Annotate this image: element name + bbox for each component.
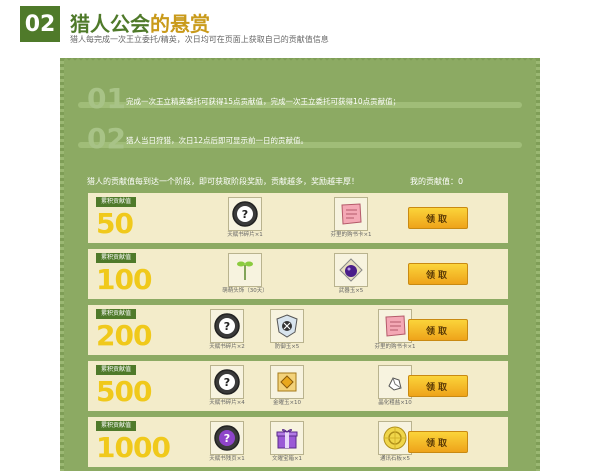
section-title-accent: 的悬赏 (150, 12, 210, 36)
rule-number-1: 01 (87, 82, 126, 115)
reward-item-name: 天赋书碎片×4 (209, 400, 245, 406)
tier-threshold-value: 1000 (96, 431, 171, 464)
section-title-main: 猎人公会 (70, 12, 150, 36)
coin-question-icon: ? (210, 365, 244, 399)
reward-item: ? 天赋书碎片×2 (200, 309, 254, 353)
tier-threshold-value: 100 (96, 263, 152, 296)
reward-item-name: 晶化粗盐×10 (378, 400, 412, 406)
reward-tier-1000: 累积贡献值 1000? 天赋书残页×1 文曜宝箱×1 通讯石板×5 领取 (88, 417, 508, 467)
tier-tag-label: 累积贡献值 (96, 309, 137, 319)
claim-button[interactable]: 领取 (408, 375, 468, 397)
reward-item: 防御玉×5 (260, 309, 314, 353)
crystal-salt-icon (378, 365, 412, 399)
svg-text:?: ? (242, 208, 248, 221)
tier-tag-label: 累积贡献值 (96, 365, 137, 375)
reward-item-name: 天赋书残页×1 (209, 456, 245, 462)
rule-text-1: 完成一次王立精英委托可获得15点贡献值，完成一次王立委托可获得10点贡献值； (126, 97, 401, 106)
reward-item: 文曜宝箱×1 (260, 421, 314, 465)
gold-medallion-icon (378, 421, 412, 455)
section-subtitle: 猎人每完成一次王立委托/精英，次日均可在页面上获取自己的贡献值信息 (70, 35, 329, 44)
tier-threshold-value: 500 (96, 375, 152, 408)
claim-button[interactable]: 领取 (408, 319, 468, 341)
reward-item-name: 芬里的购书卡×1 (374, 344, 416, 350)
reward-item: ? 天赋书碎片×4 (200, 365, 254, 409)
reward-item-name: 金曜玉×10 (272, 400, 302, 406)
panel-left-border (60, 58, 64, 471)
purple-orb-icon (334, 253, 368, 287)
tier-threshold-value: 50 (96, 207, 134, 240)
reward-item: 萌萌头饰（30天） (218, 253, 272, 297)
section-number-badge: 02 (20, 6, 60, 42)
shield-gem-icon (270, 309, 304, 343)
reward-item: 武器玉×5 (324, 253, 378, 297)
tier-tag-label: 累积贡献值 (96, 253, 137, 263)
sprout-icon (228, 253, 262, 287)
reward-item: ? 天赋书碎片×1 (218, 197, 272, 241)
reward-tier-50: 累积贡献值 50? 天赋书碎片×1 芬里的购书卡×1 领取 (88, 193, 508, 243)
tier-tag-label: 累积贡献值 (96, 421, 137, 431)
section-header: 02 猎人公会的悬赏 猎人每完成一次王立委托/精英，次日均可在页面上获取自己的贡… (0, 0, 600, 58)
my-contribution: 我的贡献值：0 (410, 176, 463, 187)
reward-item-name: 武器玉×5 (338, 288, 364, 294)
bounty-panel: 01 完成一次王立精英委托可获得15点贡献值，完成一次王立委托可获得10点贡献值… (60, 58, 540, 471)
reward-item-name: 天赋书碎片×1 (227, 232, 263, 238)
reward-item: 金曜玉×10 (260, 365, 314, 409)
reward-item-name: 萌萌头饰（30天） (222, 288, 268, 294)
claim-button[interactable]: 领取 (408, 207, 468, 229)
reward-tier-200: 累积贡献值 200? 天赋书碎片×2 防御玉×5 芬里的购书卡×1 领取 (88, 305, 508, 355)
my-contribution-value: 0 (458, 177, 464, 186)
reward-item-name: 天赋书碎片×2 (209, 344, 245, 350)
reward-item-name: 文曜宝箱×1 (271, 456, 303, 462)
section-title: 猎人公会的悬赏 (70, 8, 210, 37)
claim-button[interactable]: 领取 (408, 431, 468, 453)
gift-box-icon (270, 421, 304, 455)
scroll-card-icon (378, 309, 412, 343)
reward-item-name: 防御玉×5 (274, 344, 300, 350)
purple-coin-icon: ? (210, 421, 244, 455)
rule-text-2: 猎人当日狩猎，次日12点后即可显示前一日的贡献值。 (126, 136, 309, 145)
coin-question-icon: ? (228, 197, 262, 231)
gold-gem-icon (270, 365, 304, 399)
svg-text:?: ? (224, 432, 230, 445)
panel-top-border (60, 58, 540, 63)
scroll-card-icon (334, 197, 368, 231)
reward-description: 猎人的贡献值每到达一个阶段，即可获取阶段奖励，贡献越多，奖励越丰厚！ (87, 177, 359, 186)
reward-item: 芬里的购书卡×1 (324, 197, 378, 241)
reward-tier-100: 累积贡献值 100 萌萌头饰（30天） 武器玉×5 领取 (88, 249, 508, 299)
reward-item: ? 天赋书残页×1 (200, 421, 254, 465)
coin-question-icon: ? (210, 309, 244, 343)
my-contribution-label: 我的贡献值： (410, 177, 458, 186)
tier-threshold-value: 200 (96, 319, 152, 352)
reward-item-name: 芬里的购书卡×1 (330, 232, 372, 238)
svg-text:?: ? (224, 376, 230, 389)
panel-right-border (536, 58, 540, 471)
reward-item-name: 通讯石板×5 (379, 456, 411, 462)
reward-tier-500: 累积贡献值 500? 天赋书碎片×4 金曜玉×10 晶化粗盐×10 领取 (88, 361, 508, 411)
tier-tag-label: 累积贡献值 (96, 197, 137, 207)
rule-number-2: 02 (87, 122, 126, 155)
svg-text:?: ? (224, 320, 230, 333)
claim-button[interactable]: 领取 (408, 263, 468, 285)
